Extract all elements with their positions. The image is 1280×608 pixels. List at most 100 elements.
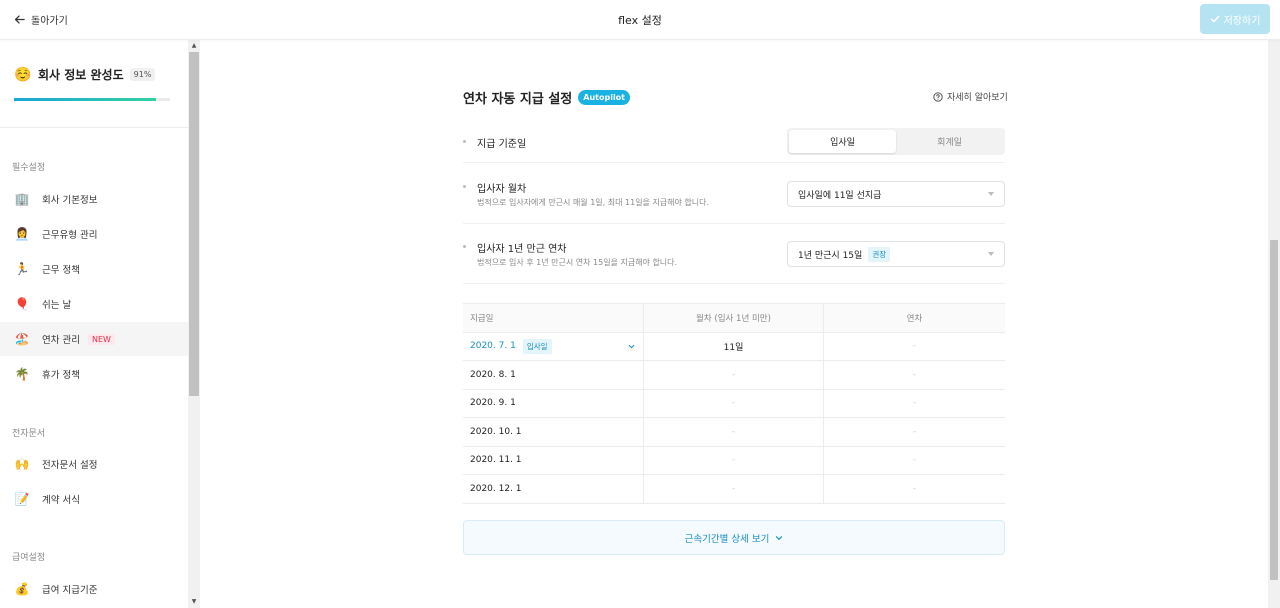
- table-cell-monthly: -: [644, 446, 824, 474]
- table-cell-monthly: 11일: [644, 332, 824, 360]
- sidebar-item-label: 급여 지급기준: [42, 585, 98, 596]
- sidebar-item-work-policy[interactable]: 🏃 근무 정책: [0, 252, 188, 286]
- table-cell-date[interactable]: 2020. 7. 1 입사일: [463, 332, 644, 360]
- table-cell-annual: -: [912, 341, 917, 352]
- table-row: 2020. 9. 1 - -: [463, 389, 1005, 418]
- table-cell-annual: -: [912, 398, 917, 409]
- section-title-edocs: 전자문서: [12, 429, 46, 439]
- table-row: 2020. 8. 1 - -: [463, 361, 1005, 390]
- sidebar-item-payroll-criteria[interactable]: 💰 급여 지급기준: [0, 572, 188, 606]
- segment-hire-date[interactable]: 입사일: [789, 130, 896, 153]
- sidebar-item-company-info[interactable]: 🏢 회사 기본정보: [0, 182, 188, 216]
- completion-progress-fill: [14, 98, 156, 101]
- sidebar-item-label: 근무 정책: [42, 265, 80, 276]
- table-row[interactable]: 2020. 7. 1 입사일 11일 -: [463, 332, 1005, 361]
- sidebar: ☺️ 회사 정보 완성도 91% 필수설정 🏢 회사 기본정보 👩‍💼 근무유형…: [0, 40, 200, 608]
- table-cell-annual: -: [912, 455, 917, 466]
- table-cell-date: 2020. 9. 1: [463, 389, 644, 417]
- table-cell-date: 2020. 8. 1: [463, 361, 644, 389]
- recommended-badge: 권장: [868, 246, 891, 262]
- new-badge: NEW: [87, 333, 115, 345]
- row-divider: [463, 223, 1005, 224]
- save-label: 저장하기: [1223, 15, 1261, 27]
- learn-more-link[interactable]: 자세히 알아보기: [933, 90, 1008, 103]
- table-cell-monthly: -: [644, 361, 824, 389]
- autopilot-badge: Autopilot: [578, 90, 631, 105]
- annual-leave-select[interactable]: 1년 만근시 15일 권장: [787, 241, 1005, 267]
- check-icon: [1210, 15, 1219, 23]
- column-header-annual: 연차: [906, 313, 923, 324]
- chevron-down-icon[interactable]: [628, 343, 635, 350]
- table-row: 2020. 10. 1 - -: [463, 418, 1005, 447]
- table-cell-annual: -: [912, 483, 917, 494]
- runner-icon: 🏃: [14, 262, 30, 276]
- balloon-icon: 🎈: [14, 297, 30, 311]
- section-title-payroll: 급여설정: [12, 553, 46, 563]
- bullet: [463, 140, 466, 143]
- table-cell-annual: -: [912, 426, 917, 437]
- sidebar-item-edoc-settings[interactable]: 🙌 전자문서 설정: [0, 447, 188, 481]
- completion-status: ☺️ 회사 정보 완성도 91%: [14, 66, 156, 83]
- base-date-toggle: 입사일 회계일: [787, 128, 1005, 155]
- sidebar-item-label: 근무유형 관리: [42, 230, 98, 241]
- page-title: flex 설정: [618, 14, 662, 27]
- sidebar-item-label: 전자문서 설정: [42, 460, 98, 471]
- sidebar-item-label: 연차 관리: [42, 335, 80, 346]
- segment-fiscal-date[interactable]: 회계일: [896, 130, 1003, 153]
- hire-date-tag: 입사일: [522, 338, 552, 354]
- setting-description: 법적으로 입사자에게 만근시 매월 1일, 최대 11일을 지급해야 합니다.: [477, 198, 710, 207]
- sidebar-item-vacation-policy[interactable]: 🌴 휴가 정책: [0, 357, 188, 391]
- beach-icon: 🏖️: [14, 332, 30, 346]
- page-scrollbar[interactable]: [1268, 40, 1280, 608]
- chevron-down-icon: [776, 535, 783, 540]
- setting-label: 입사자 1년 만근 연차: [477, 244, 567, 255]
- sidebar-scrollbar[interactable]: ▲ ▼: [188, 40, 200, 608]
- table-header-row: 지급일 월차 (입사 1년 미만) 연차: [463, 304, 1005, 333]
- setting-label: 입사자 월차: [477, 184, 527, 195]
- caret-down-icon: [988, 252, 994, 256]
- sidebar-item-label: 회사 기본정보: [42, 195, 98, 206]
- sidebar-item-holidays[interactable]: 🎈 쉬는 날: [0, 287, 188, 321]
- select-value: 1년 만근시 15일: [798, 250, 863, 261]
- sidebar-scrollbar-thumb[interactable]: [189, 52, 199, 396]
- sidebar-item-contract-templates[interactable]: 📝 계약 서식: [0, 482, 188, 516]
- sidebar-item-leave-management[interactable]: 🏖️ 연차 관리 NEW: [0, 322, 188, 356]
- top-bar: 돌아가기 flex 설정 저장하기: [0, 0, 1280, 40]
- table-cell-annual: -: [912, 369, 917, 380]
- office-worker-icon: 👩‍💼: [14, 227, 30, 241]
- help-circle-icon: [933, 91, 943, 102]
- bullet: [463, 185, 466, 188]
- table-row: 2020. 12. 1 - -: [463, 475, 1005, 504]
- table-row: 2020. 11. 1 - -: [463, 446, 1005, 475]
- page-scrollbar-thumb[interactable]: [1270, 240, 1278, 580]
- section-heading: 연차 자동 지급 설정 Autopilot: [463, 88, 631, 107]
- save-button[interactable]: 저장하기: [1200, 4, 1270, 34]
- date-value: 2020. 7. 1: [470, 341, 516, 352]
- setting-label: 지급 기준일: [477, 139, 527, 150]
- raised-hands-icon: 🙌: [14, 457, 30, 471]
- main-content: 연차 자동 지급 설정 Autopilot 자세히 알아보기 지급 기준일 입사…: [200, 40, 1268, 608]
- table-cell-date: 2020. 11. 1: [463, 446, 644, 474]
- caret-down-icon: [988, 192, 994, 196]
- completion-percent: 91%: [129, 68, 156, 81]
- scroll-down-arrow-icon[interactable]: ▼: [190, 598, 198, 606]
- section-title-required: 필수설정: [12, 163, 46, 173]
- building-icon: 🏢: [14, 192, 30, 206]
- monthly-leave-select[interactable]: 입사일에 11일 선지급: [787, 181, 1005, 207]
- sidebar-item-work-type[interactable]: 👩‍💼 근무유형 관리: [0, 217, 188, 251]
- table-cell-date: 2020. 12. 1: [463, 475, 644, 503]
- section-heading-text: 연차 자동 지급 설정: [463, 92, 573, 107]
- scroll-up-arrow-icon[interactable]: ▲: [190, 42, 198, 50]
- tenure-detail-label: 근속기간별 상세 보기: [684, 533, 770, 545]
- sidebar-item-label: 휴가 정책: [42, 370, 80, 381]
- table-cell-date: 2020. 10. 1: [463, 418, 644, 446]
- bullet: [463, 245, 466, 248]
- tenure-detail-button[interactable]: 근속기간별 상세 보기: [463, 520, 1005, 555]
- sidebar-item-label: 쉬는 날: [42, 300, 72, 311]
- row-divider: [463, 162, 1005, 163]
- setting-description: 법적으로 입사 후 1년 만근시 연차 15일을 지급해야 합니다.: [477, 258, 678, 267]
- select-value: 입사일에 11일 선지급: [798, 190, 882, 201]
- table-cell-monthly: -: [644, 389, 824, 417]
- table-cell-monthly: -: [644, 475, 824, 503]
- completion-progress-bar: [14, 98, 170, 101]
